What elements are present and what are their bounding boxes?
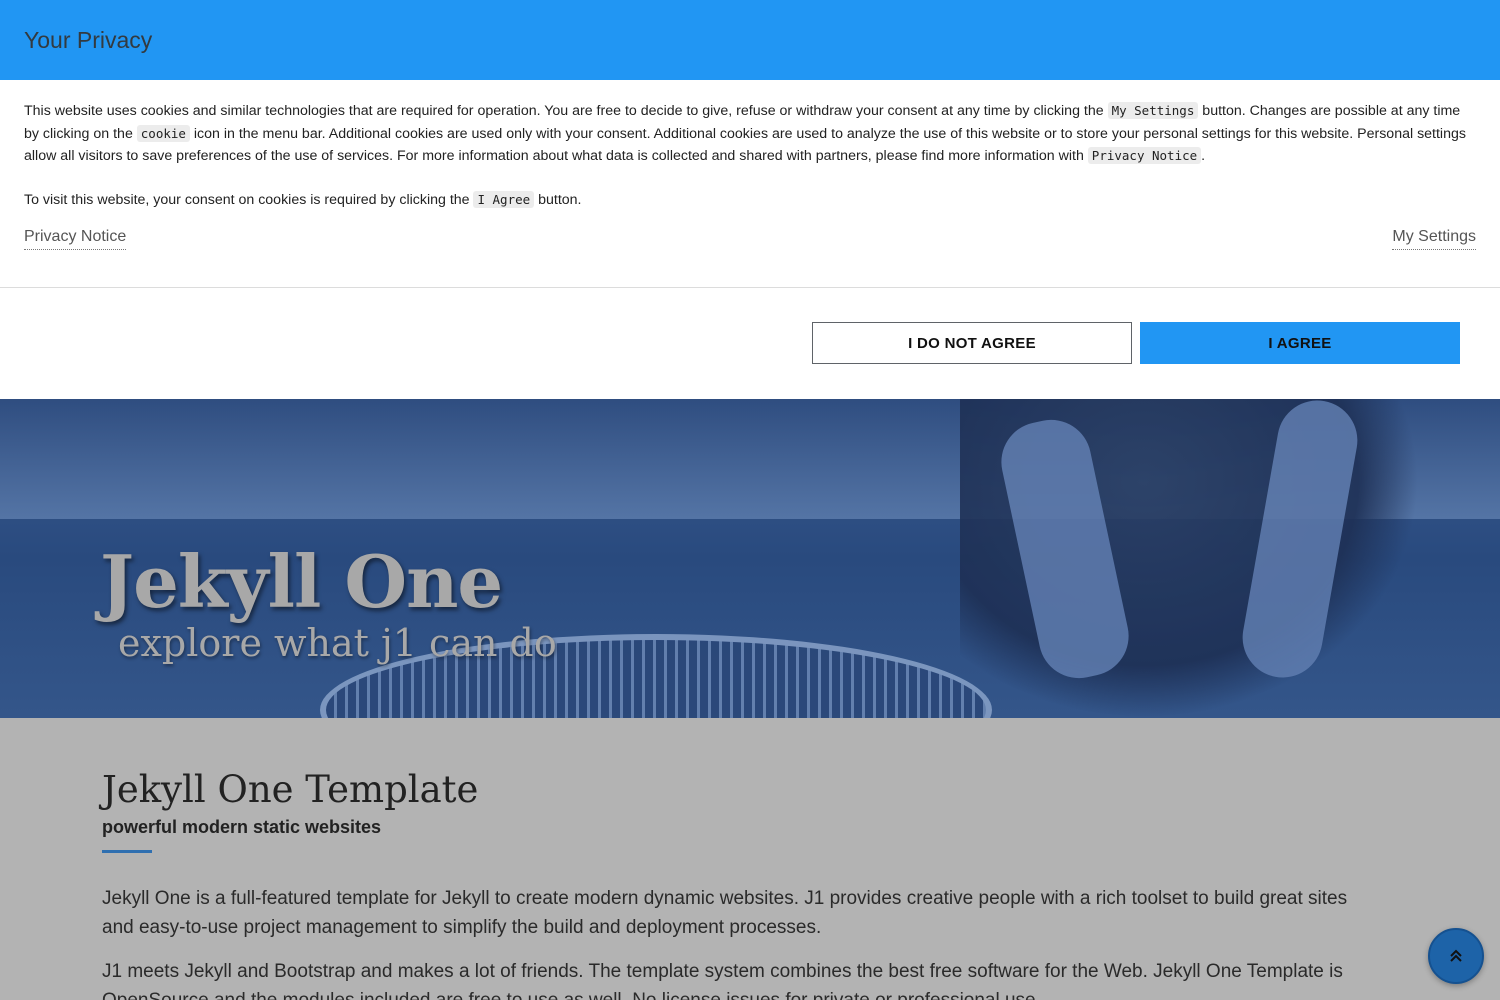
hero-subtitle: explore what j1 can do (118, 621, 557, 665)
intro-paragraph: J1 meets Jekyll and Bootstrap and makes … (102, 961, 1343, 1000)
runner-leg-shape (993, 412, 1137, 686)
hero-title: Jekyll One (100, 539, 503, 624)
runner-image (960, 399, 1420, 718)
consent-paragraph: This website uses cookies and similar te… (24, 100, 1476, 168)
modal-title: Your Privacy (24, 26, 153, 53)
content-subtitle: powerful modern static websites (102, 817, 382, 837)
my-settings-link[interactable]: My Settings (1392, 226, 1476, 250)
consent-text: This website uses cookies and similar te… (24, 103, 1108, 119)
modal-body: This website uses cookies and similar te… (0, 80, 1500, 288)
consent-text: . (1201, 148, 1206, 164)
main-content: Jekyll One Template powerful modern stat… (0, 718, 1500, 1000)
consent-text: button. (534, 191, 582, 208)
scroll-to-top-button[interactable] (1428, 928, 1484, 984)
consent-text: icon in the menu bar. Additional cookies… (24, 125, 1466, 165)
consent-required-paragraph: To visit this website, your consent on c… (24, 189, 1476, 212)
inline-code-my-settings: My Settings (1107, 102, 1199, 119)
hero-banner: Jekyll One explore what j1 can do (0, 399, 1500, 718)
consent-text: To visit this website, your consent on c… (24, 191, 474, 208)
runner-leg-shape (1236, 399, 1364, 684)
intro-paragraph: Jekyll One is a full-featured template f… (102, 888, 1348, 938)
inline-code-cookie: cookie (136, 124, 190, 142)
inline-code-privacy-notice: Privacy Notice (1087, 147, 1202, 164)
double-chevron-up-icon (1450, 949, 1462, 962)
content-title: Jekyll One Template (102, 768, 479, 811)
agree-button[interactable]: I AGREE (1140, 322, 1460, 364)
privacy-modal: Your Privacy This website uses cookies a… (0, 0, 1500, 399)
modal-links: Privacy Notice My Settings (24, 226, 1476, 250)
title-underline-divider (102, 850, 152, 853)
inline-code-i-agree: I Agree (473, 190, 535, 208)
modal-footer: I DO NOT AGREE I AGREE (0, 288, 1500, 398)
modal-header: Your Privacy (0, 0, 1500, 80)
disagree-button[interactable]: I DO NOT AGREE (812, 322, 1132, 364)
privacy-notice-link[interactable]: Privacy Notice (24, 226, 127, 250)
